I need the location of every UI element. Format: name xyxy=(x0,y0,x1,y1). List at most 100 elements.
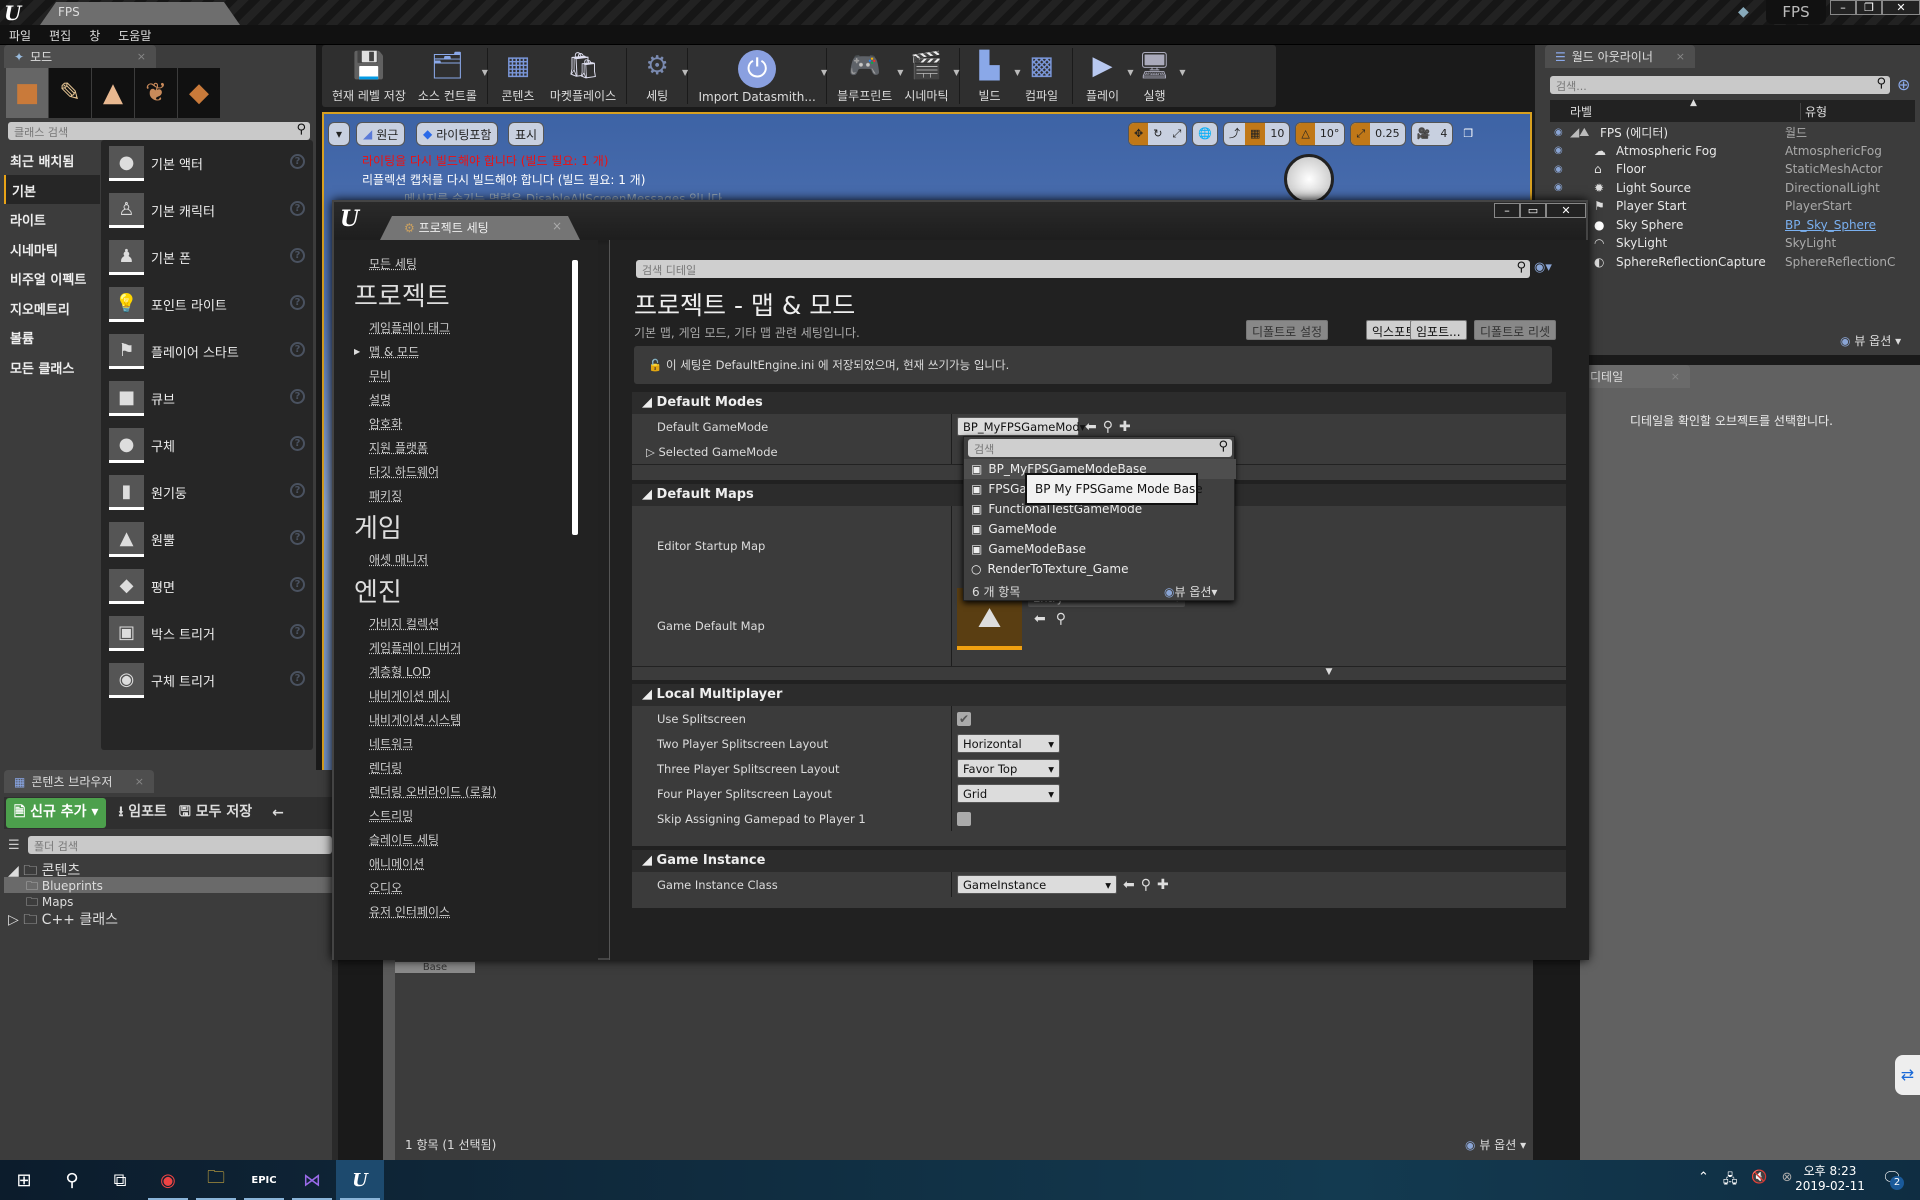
restore-button[interactable]: ❐ xyxy=(1856,0,1882,15)
place-item[interactable]: ♟ 기본 폰? xyxy=(101,234,313,281)
nav-all-settings[interactable]: 모든 세팅 xyxy=(334,252,598,276)
asset-view-options[interactable]: ◉ 뷰 옵션 ▾ xyxy=(1465,1136,1526,1153)
advanced-expand-icon[interactable]: ▼ xyxy=(632,666,1566,680)
save-all-button[interactable]: 🖫 모두 저장 xyxy=(179,801,252,825)
nav-link[interactable]: 내비게이션 시스템 xyxy=(334,708,598,732)
maximize-viewport-icon[interactable]: ❐ xyxy=(1458,123,1478,145)
nav-link[interactable]: 무비 xyxy=(334,364,598,388)
network-icon[interactable]: 🖧 xyxy=(1723,1170,1738,1192)
marketplace-button[interactable]: 🛍 마켓플레이스 xyxy=(544,48,622,104)
nav-link[interactable]: 게임플레이 태그 xyxy=(334,316,598,340)
cinematics-button[interactable]: 🎬 시네마틱 ▼ xyxy=(898,48,959,104)
foliage-mode-icon[interactable]: ❦ xyxy=(135,68,177,118)
outliner-row[interactable]: ◉ ☁ Atmospheric Fog AtmosphericFog xyxy=(1550,142,1915,161)
grid-snap-value[interactable]: 10 xyxy=(1265,123,1289,145)
category-visual-effects[interactable]: 비주얼 이펙트 xyxy=(4,263,100,293)
dropdown-arrow-icon[interactable]: ▼ xyxy=(821,68,827,77)
scale-snap-value[interactable]: 0.25 xyxy=(1370,123,1404,145)
label-column-header[interactable]: 라벨 xyxy=(1570,103,1592,120)
view-options-eye-icon[interactable]: ◉▾ xyxy=(1534,260,1552,275)
level-tab[interactable]: FPS xyxy=(40,2,240,25)
menu-help[interactable]: 도움말 xyxy=(109,25,160,44)
content-browser-tab[interactable]: ▦ 콘텐츠 브라우저 × xyxy=(4,770,154,793)
dropdown-arrow-icon[interactable]: ▼ xyxy=(682,68,688,77)
browse-search-icon[interactable]: ⚲ xyxy=(1141,877,1151,893)
default-gamemode-combo[interactable]: BP_MyFPSGameMod ▾ xyxy=(957,417,1085,436)
nav-link[interactable]: 지원 플랫폼 xyxy=(334,436,598,460)
use-selected-arrow-icon[interactable]: ⬅ xyxy=(1034,611,1046,627)
help-icon[interactable]: ? xyxy=(290,154,305,169)
tree-item-maps[interactable]: 🗀 Maps xyxy=(4,893,332,909)
help-icon[interactable]: ? xyxy=(290,295,305,310)
selected-gamemode-label[interactable]: ▷ Selected GameMode xyxy=(632,439,952,464)
outliner-row[interactable]: ◉ ◢⛰ FPS (에디터) 월드 xyxy=(1550,123,1915,142)
category-default-modes[interactable]: ◢ Default Modes xyxy=(632,392,1566,414)
set-as-default-button[interactable]: 디폴트로 설정 xyxy=(1246,320,1329,340)
paint-mode-icon[interactable]: ✎ xyxy=(49,68,91,118)
outliner-row[interactable]: ⚑ Player Start PlayerStart xyxy=(1550,197,1915,216)
tutorial-icon[interactable]: ◆ xyxy=(1738,4,1749,20)
use-selected-arrow-icon[interactable]: ⬅ xyxy=(1085,419,1097,435)
place-item[interactable]: ■ 큐브? xyxy=(101,375,313,422)
sources-toggle-icon[interactable]: ☰ xyxy=(8,838,20,853)
nav-link[interactable]: 애니메이션 xyxy=(334,852,598,876)
help-icon[interactable]: ? xyxy=(290,342,305,357)
geometry-mode-icon[interactable]: ◆ xyxy=(178,68,220,118)
import-button[interactable]: ⭳ 임포트 xyxy=(118,801,166,825)
task-view-icon[interactable]: ⧉ xyxy=(96,1160,144,1200)
outliner-view-options[interactable]: ◉ 뷰 옵션 ▾ xyxy=(1840,332,1901,349)
nav-link[interactable]: 렌더링 오버라이드 (로컬) xyxy=(334,780,598,804)
unreal-editor-icon[interactable]: U xyxy=(336,1160,384,1200)
help-icon[interactable]: ? xyxy=(290,248,305,263)
volume-muted-icon[interactable]: 🔇 xyxy=(1751,1170,1767,1192)
place-item[interactable]: ▲ 원뿔? xyxy=(101,516,313,563)
surface-snap-icon[interactable]: ⤴ xyxy=(1224,123,1245,145)
nav-link[interactable]: 오디오 xyxy=(334,876,598,900)
reset-to-defaults-button[interactable]: 디폴트로 리셋 xyxy=(1474,320,1557,340)
file-explorer-icon[interactable]: 🗀 xyxy=(192,1160,240,1200)
class-search-input[interactable]: 클래스 검색 ⚲ xyxy=(8,122,310,140)
import-datasmith-button[interactable]: ⏻ Import Datasmith... ▼ xyxy=(692,48,827,104)
dropdown-arrow-icon[interactable]: ▼ xyxy=(482,68,488,77)
visual-studio-icon[interactable]: ⋈ xyxy=(288,1160,336,1200)
category-all-classes[interactable]: 모든 클래스 xyxy=(4,352,100,382)
place-item[interactable]: 💡 포인트 라이트? xyxy=(101,281,313,328)
outliner-row[interactable]: ◉ ⌂ Floor StaticMeshActor xyxy=(1550,160,1915,179)
maximize-button[interactable]: ▭ xyxy=(1520,203,1546,218)
search-details-input[interactable]: 검색 디테일 ⚲ xyxy=(636,260,1530,278)
world-space-icon[interactable]: 🌐 xyxy=(1193,123,1217,145)
content-button[interactable]: ▦ 콘텐츠 xyxy=(492,48,544,104)
modes-tab[interactable]: ✦ 모드 × xyxy=(4,45,156,68)
game-instance-class-combo[interactable]: GameInstance ▾ xyxy=(957,875,1117,894)
place-item[interactable]: ⚑ 플레이어 스타트? xyxy=(101,328,313,375)
tree-item-content[interactable]: ◢ 🗀 콘텐츠 xyxy=(4,860,332,879)
action-center-icon[interactable]: 🗨2 xyxy=(1882,1168,1904,1190)
use-selected-arrow-icon[interactable]: ⬅ xyxy=(1123,877,1135,893)
close-icon[interactable]: × xyxy=(135,775,144,788)
close-button[interactable]: ✕ xyxy=(1882,0,1920,15)
world-outliner-tab[interactable]: ☰ 월드 아웃라이너 × xyxy=(1545,45,1695,68)
show-button[interactable]: 표시 xyxy=(508,122,545,146)
chrome-icon[interactable]: ◉ xyxy=(144,1160,192,1200)
add-plus-icon[interactable]: ✚ xyxy=(1119,419,1131,435)
asset-tile-label[interactable]: Base xyxy=(395,962,475,973)
clock[interactable]: 오후 8:23 2019-02-11 xyxy=(1790,1162,1870,1193)
category-basic[interactable]: 기본 xyxy=(4,174,100,204)
nav-link[interactable]: 게임플레이 디버거 xyxy=(334,636,598,660)
scale-icon[interactable]: ⤢ xyxy=(1167,123,1186,145)
settings-button[interactable]: ⚙ 세팅 ▼ xyxy=(631,48,688,104)
nav-link[interactable]: 렌더링 xyxy=(334,756,598,780)
folder-search-input[interactable]: 폴더 검색 xyxy=(28,836,332,854)
type-column-header[interactable]: 유형 xyxy=(1800,103,1827,120)
use-splitscreen-checkbox[interactable]: ✔ xyxy=(957,711,971,726)
close-icon[interactable]: × xyxy=(1676,50,1685,63)
minimize-button[interactable]: – xyxy=(1494,203,1520,218)
visibility-eye-icon[interactable]: ◉ xyxy=(1550,182,1570,193)
nav-link[interactable]: 설명 xyxy=(334,388,598,412)
rotation-snap-value[interactable]: 10° xyxy=(1315,123,1345,145)
help-icon[interactable]: ? xyxy=(290,201,305,216)
grid-snap-icon[interactable]: ▦ xyxy=(1244,123,1266,145)
start-button-icon[interactable]: ⊞ xyxy=(0,1160,48,1200)
nav-link[interactable]: 애셋 매니저 xyxy=(334,548,598,572)
visibility-eye-icon[interactable]: ◉ xyxy=(1550,164,1570,175)
